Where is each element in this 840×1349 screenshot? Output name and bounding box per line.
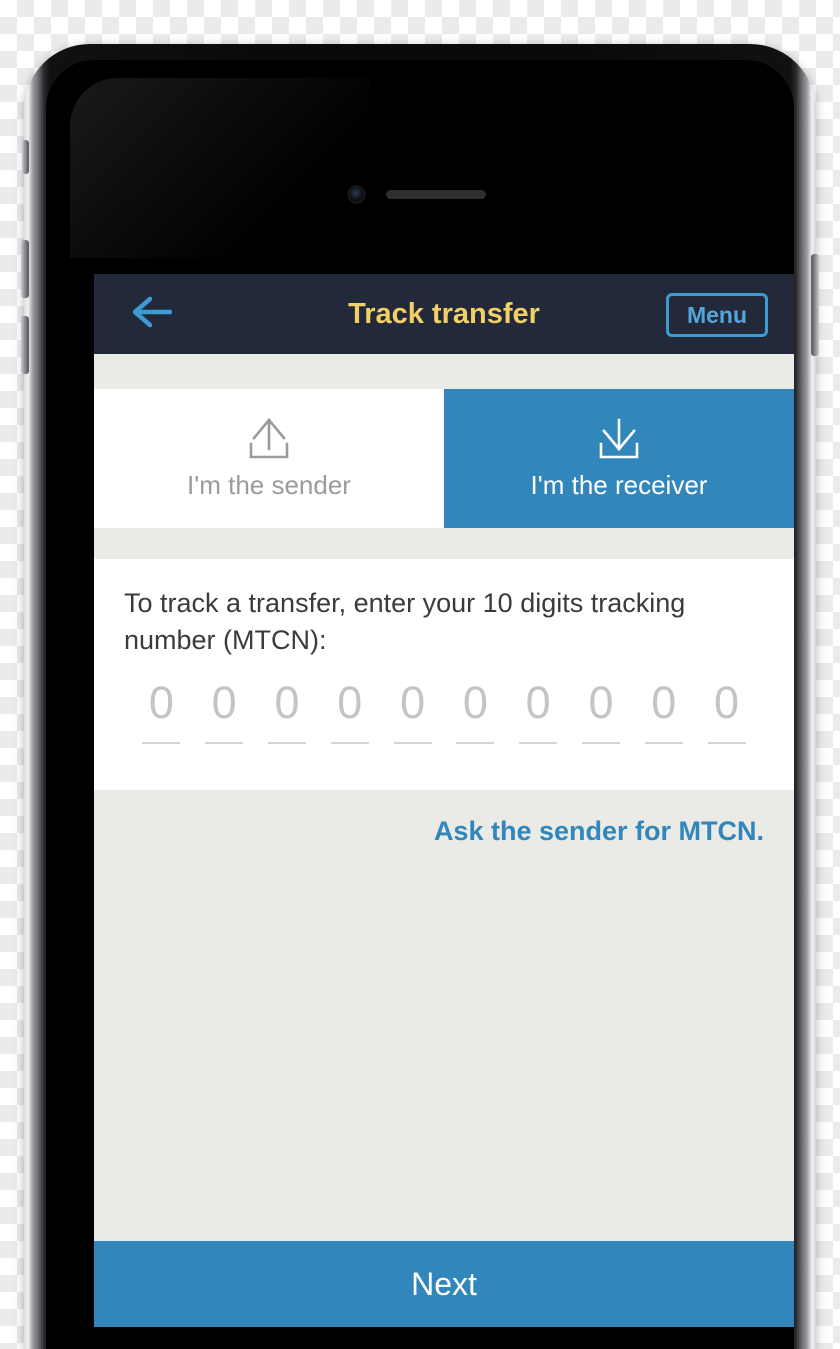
- mtcn-digit-inputs: 0 0 0 0 0 0 0 0 0 0: [124, 677, 764, 745]
- mtcn-digit-underline: [456, 742, 495, 745]
- mtcn-digit-input-2[interactable]: 0: [193, 677, 256, 745]
- download-icon: [594, 416, 644, 462]
- mtcn-digit-underline: [267, 742, 306, 745]
- tab-im-the-receiver-label: I'm the receiver: [530, 470, 708, 500]
- mtcn-digit-underline: [393, 742, 432, 745]
- mtcn-digit-underline: [142, 742, 181, 745]
- front-camera-icon: [349, 187, 364, 202]
- menu-button-label: Menu: [686, 301, 748, 328]
- mtcn-digit-value: 0: [651, 677, 677, 729]
- mtcn-digit-value: 0: [148, 677, 174, 729]
- mtcn-digit-input-4[interactable]: 0: [318, 677, 381, 745]
- mtcn-digit-underline: [581, 742, 620, 745]
- mtcn-digit-input-5[interactable]: 0: [381, 677, 444, 745]
- volume-down-button[interactable]: [21, 316, 29, 374]
- mtcn-digit-underline: [330, 742, 369, 745]
- mtcn-digit-input-8[interactable]: 0: [570, 677, 633, 745]
- mtcn-digit-underline: [707, 742, 746, 745]
- content-body: Ask the sender for MTCN.: [94, 790, 794, 1261]
- upload-icon: [244, 416, 294, 462]
- next-button[interactable]: Next: [94, 1241, 794, 1327]
- tab-im-the-sender-label: I'm the sender: [187, 470, 351, 500]
- mtcn-digit-underline: [205, 742, 244, 745]
- volume-up-button[interactable]: [21, 240, 29, 298]
- tab-im-the-receiver[interactable]: I'm the receiver: [444, 389, 794, 528]
- tabs-spacer: [94, 528, 794, 559]
- mtcn-digit-input-7[interactable]: 0: [507, 677, 570, 745]
- silence-switch-button[interactable]: [22, 140, 29, 174]
- tab-im-the-sender[interactable]: I'm the sender: [94, 389, 444, 528]
- mtcn-digit-value: 0: [525, 677, 551, 729]
- phone-device-frame: Track transfer Menu I'm the sender I'm t…: [21, 44, 819, 1349]
- mtcn-digit-input-9[interactable]: 0: [632, 677, 695, 745]
- app-screen: Track transfer Menu I'm the sender I'm t…: [94, 274, 794, 1327]
- mtcn-digit-underline: [644, 742, 683, 745]
- mtcn-digit-input-3[interactable]: 0: [256, 677, 319, 745]
- mtcn-digit-value: 0: [337, 677, 363, 729]
- power-button[interactable]: [811, 254, 819, 356]
- mtcn-digit-value: 0: [714, 677, 740, 729]
- mtcn-digit-underline: [519, 742, 558, 745]
- mtcn-digit-value: 0: [211, 677, 237, 729]
- mtcn-digit-value: 0: [274, 677, 300, 729]
- mtcn-digit-input-1[interactable]: 0: [130, 677, 193, 745]
- mtcn-digit-value: 0: [400, 677, 426, 729]
- mtcn-instruction-text: To track a transfer, enter your 10 digit…: [124, 588, 686, 655]
- menu-button[interactable]: Menu: [666, 293, 768, 337]
- earpiece-speaker: [386, 190, 486, 199]
- header-spacer: [94, 354, 794, 389]
- mtcn-digit-input-10[interactable]: 0: [695, 677, 758, 745]
- ask-sender-for-mtcn-link[interactable]: Ask the sender for MTCN.: [434, 816, 764, 847]
- role-tab-bar: I'm the sender I'm the receiver: [94, 389, 794, 528]
- app-header: Track transfer Menu: [94, 274, 794, 354]
- next-button-label: Next: [411, 1265, 477, 1302]
- mtcn-digit-value: 0: [462, 677, 488, 729]
- mtcn-digit-input-6[interactable]: 0: [444, 677, 507, 745]
- mtcn-digit-value: 0: [588, 677, 614, 729]
- mtcn-entry-card: To track a transfer, enter your 10 digit…: [94, 559, 794, 790]
- screen-glare: [70, 78, 370, 258]
